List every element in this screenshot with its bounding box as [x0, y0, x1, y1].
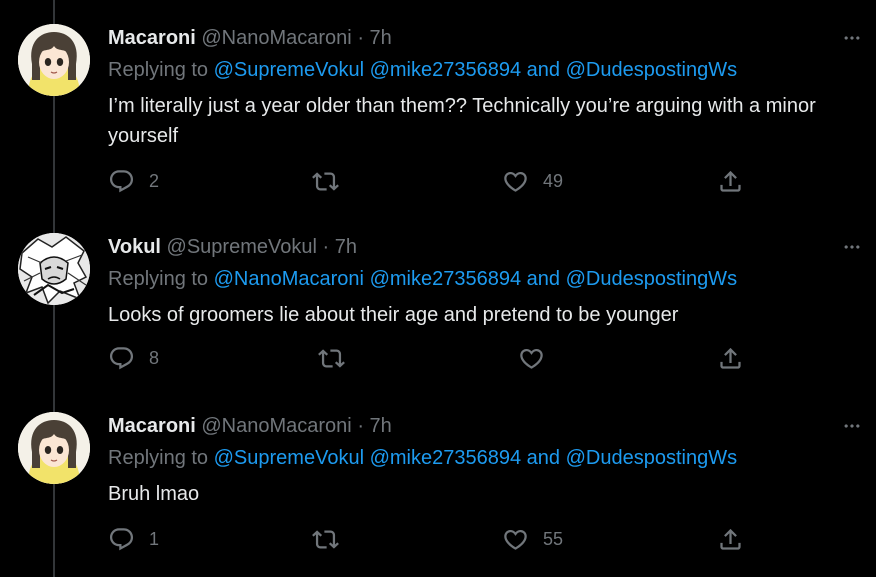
share-button[interactable]	[717, 344, 744, 372]
timestamp[interactable]: 7h	[370, 415, 392, 437]
replying-to: Replying to @NanoMacaroni @mike27356894 …	[108, 267, 737, 291]
share-icon	[717, 526, 744, 553]
heart-icon	[518, 345, 545, 372]
more-button[interactable]	[840, 26, 864, 50]
reply-count: 8	[149, 347, 160, 368]
replying-prefix: Replying to	[108, 59, 209, 81]
separator: ·	[322, 236, 330, 258]
like-button[interactable]: 49	[502, 167, 563, 195]
anime-girl-avatar-image	[18, 24, 90, 96]
replying-prefix: Replying to	[108, 447, 209, 469]
reply-button[interactable]: 2	[108, 167, 159, 195]
more-icon	[842, 416, 862, 436]
handle[interactable]: @NanoMacaroni	[201, 415, 351, 437]
handle[interactable]: @SupremeVokul	[167, 236, 317, 258]
replying-to: Replying to @SupremeVokul @mike27356894 …	[108, 58, 737, 82]
reply-icon	[108, 168, 135, 195]
tweet-1[interactable]: Macaroni @NanoMacaroni · 7h Replying to …	[0, 24, 876, 204]
heart-icon	[502, 168, 529, 195]
more-button[interactable]	[840, 235, 864, 259]
reply-icon	[108, 345, 135, 372]
retweet-icon	[318, 345, 345, 372]
avatar[interactable]	[18, 233, 90, 305]
display-name[interactable]: Vokul	[108, 236, 161, 258]
more-icon	[842, 237, 862, 257]
like-button[interactable]: 55	[502, 525, 563, 553]
mention-link[interactable]: @NanoMacaroni	[214, 268, 364, 290]
and-text: and	[526, 447, 561, 469]
mention-link[interactable]: @DudespostingWs	[566, 447, 737, 469]
tweet-text: I’m literally just a year older than the…	[108, 95, 816, 147]
like-count: 49	[543, 170, 564, 191]
reply-button[interactable]: 8	[108, 344, 159, 372]
replying-prefix: Replying to	[108, 268, 209, 290]
mention-link[interactable]: @DudespostingWs	[566, 59, 737, 81]
and-text: and	[526, 268, 561, 290]
separator: ·	[357, 27, 364, 49]
mention-link[interactable]: @DudespostingWs	[566, 268, 737, 290]
tweet-header: Macaroni @NanoMacaroni · 7h	[108, 414, 392, 438]
tweet-header: Vokul @SupremeVokul · 7h	[108, 235, 357, 259]
share-icon	[717, 168, 744, 195]
and-text: and	[526, 59, 561, 81]
tweet-text: Looks of groomers lie about their age an…	[108, 304, 679, 326]
heart-icon	[502, 526, 529, 553]
like-button[interactable]	[518, 344, 559, 372]
replying-to: Replying to @SupremeVokul @mike27356894 …	[108, 446, 737, 470]
retweet-icon	[312, 526, 339, 553]
timestamp[interactable]: 7h	[335, 236, 357, 258]
retweet-icon	[312, 168, 339, 195]
like-count: 55	[543, 528, 564, 549]
manga-character-avatar-image	[18, 233, 90, 305]
display-name[interactable]: Macaroni	[108, 415, 196, 437]
reply-count: 1	[149, 528, 160, 549]
share-icon	[717, 345, 744, 372]
more-icon	[842, 28, 862, 48]
display-name[interactable]: Macaroni	[108, 27, 196, 49]
reply-count: 2	[149, 170, 160, 191]
avatar[interactable]	[18, 412, 90, 484]
mention-link[interactable]: @mike27356894	[370, 447, 522, 469]
mention-link[interactable]: @mike27356894	[370, 268, 522, 290]
reply-button[interactable]: 1	[108, 525, 159, 553]
timestamp[interactable]: 7h	[370, 27, 392, 49]
anime-girl-avatar-image	[18, 412, 90, 484]
reply-icon	[108, 526, 135, 553]
retweet-button[interactable]	[312, 167, 353, 195]
retweet-button[interactable]	[312, 525, 353, 553]
share-button[interactable]	[717, 525, 744, 553]
separator: ·	[357, 415, 364, 437]
share-button[interactable]	[717, 167, 744, 195]
tweet-3[interactable]: Macaroni @NanoMacaroni · 7h Replying to …	[0, 412, 876, 577]
tweet-header: Macaroni @NanoMacaroni · 7h	[108, 26, 392, 50]
avatar[interactable]	[18, 24, 90, 96]
retweet-button[interactable]	[318, 344, 359, 372]
mention-link[interactable]: @mike27356894	[370, 59, 522, 81]
mention-link[interactable]: @SupremeVokul	[214, 59, 364, 81]
mention-link[interactable]: @SupremeVokul	[214, 447, 364, 469]
more-button[interactable]	[840, 414, 864, 438]
handle[interactable]: @NanoMacaroni	[201, 27, 351, 49]
tweet-text: Bruh lmao	[108, 483, 200, 505]
tweet-2[interactable]: Vokul @SupremeVokul · 7h Replying to @Na…	[0, 233, 876, 383]
